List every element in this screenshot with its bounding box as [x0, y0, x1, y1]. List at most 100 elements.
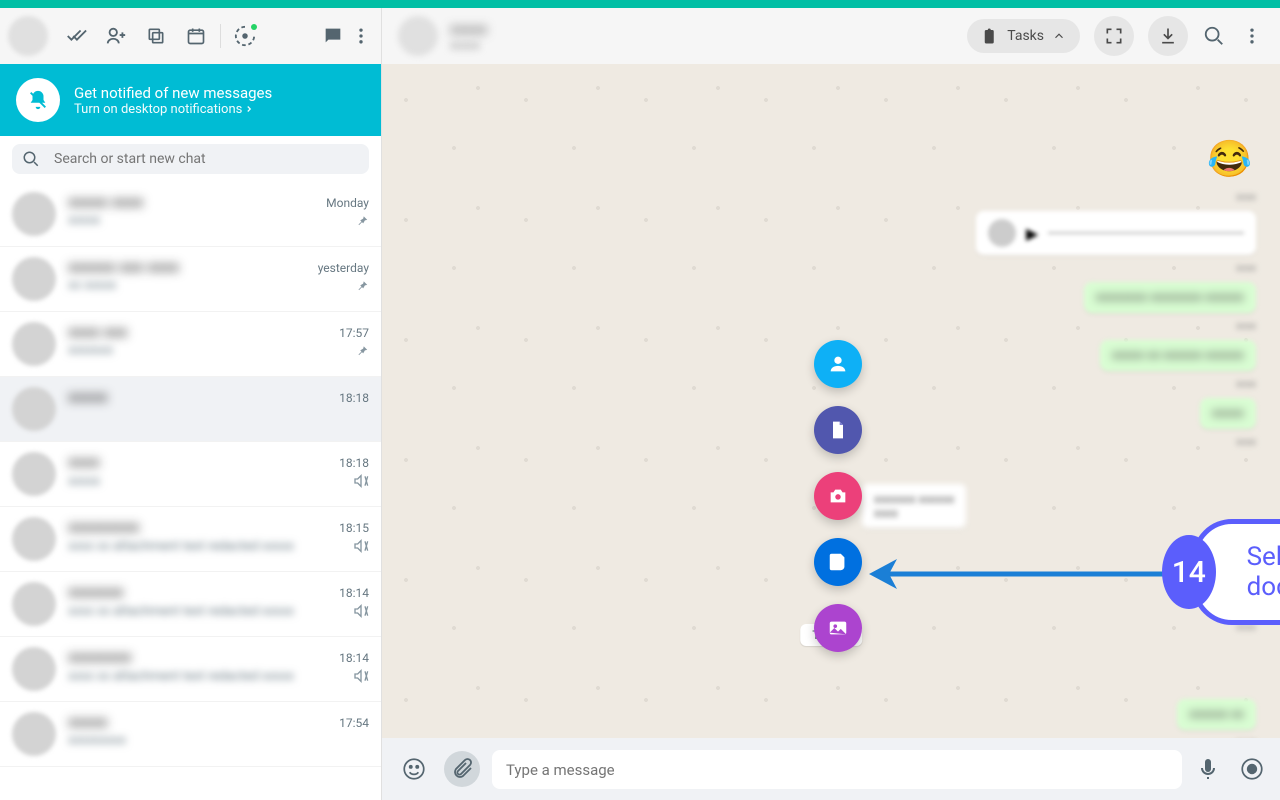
menu-icon[interactable]: [349, 24, 373, 48]
chat-name: xxxxx: [68, 387, 108, 406]
chat-row[interactable]: xxxxxx xxx xxxxyesterdayxx xxxxx: [0, 247, 381, 312]
chat-menu-icon[interactable]: [1240, 24, 1264, 48]
mic-icon[interactable]: [1194, 755, 1222, 783]
chat-preview: xxxx xx attachment text redacted xxxxx: [68, 669, 294, 684]
chat-time: 17:57: [339, 326, 369, 340]
notice-title: Get notified of new messages: [74, 84, 272, 102]
add-user-icon[interactable]: [104, 24, 128, 48]
checkmarks-icon[interactable]: [64, 24, 88, 48]
chat-row[interactable]: xxxx xxx 17:57 xxxxxxx: [0, 312, 381, 377]
chat-preview: xxxxx: [68, 474, 100, 489]
chat-row[interactable]: xxxxxxx18:14xxxx xx attachment text reda…: [0, 572, 381, 637]
avatar: [12, 647, 56, 691]
avatar: [12, 452, 56, 496]
message-out: xxxxx: [1200, 398, 1256, 429]
avatar: [12, 257, 56, 301]
search-icon: [22, 150, 40, 168]
calendar-icon[interactable]: [184, 24, 208, 48]
tasks-button[interactable]: Tasks: [967, 19, 1080, 53]
tasks-label: Tasks: [1007, 28, 1044, 44]
search-box[interactable]: [12, 144, 369, 174]
tutorial-arrow: [869, 559, 1169, 589]
voice-message[interactable]: ▶: [976, 211, 1256, 255]
chat-preview: xxxxxxx: [68, 343, 113, 358]
chat-status: xxxxx: [450, 38, 487, 52]
attach-camera-button[interactable]: [814, 472, 862, 520]
avatar: [12, 582, 56, 626]
right-panel: xxxxx xxxxx Tasks: [382, 8, 1280, 800]
chat-name: xxxxxxxxx: [68, 517, 139, 536]
chat-row[interactable]: xxxx 18:18 xxxxx: [0, 442, 381, 507]
attach-sticker-button[interactable]: [814, 538, 862, 586]
chat-mark-icon: [353, 473, 369, 489]
chat-time: 17:54: [339, 716, 369, 730]
attach-document-button[interactable]: [814, 406, 862, 454]
avatar: [12, 517, 56, 561]
chat-preview: xxxxx: [68, 213, 100, 228]
chat-time: 18:15: [339, 521, 369, 535]
expand-icon[interactable]: [1094, 16, 1134, 56]
chat-name: xxxx: [68, 452, 100, 471]
chat-row[interactable]: xxxxxxxx18:14xxxx xx attachment text red…: [0, 637, 381, 702]
message-input-wrap[interactable]: [492, 750, 1182, 789]
status-icon[interactable]: [233, 24, 257, 48]
right-header: xxxxx xxxxx Tasks: [382, 8, 1280, 64]
brand-topbar: [0, 0, 1280, 8]
messages: 😂 xxxx ▶ xxxx xxxxxxxx xxxxxxxx xxxxxx x…: [976, 134, 1256, 738]
chat-time: 18:14: [339, 651, 369, 665]
copy-icon[interactable]: [144, 24, 168, 48]
attach-contact-button[interactable]: [814, 340, 862, 388]
left-panel: Get notified of new messages Turn on des…: [0, 8, 382, 800]
chat-mark-icon: [355, 344, 369, 358]
avatar: [12, 712, 56, 756]
chat-time: 18:18: [339, 456, 369, 470]
chat-preview: xxxxxxxxx: [68, 733, 126, 748]
composer: [382, 738, 1280, 800]
chat-time: Monday: [326, 196, 369, 210]
clipboard-icon: [981, 27, 999, 45]
step-number: 14: [1162, 535, 1216, 609]
message-input[interactable]: [506, 761, 1168, 779]
notification-banner[interactable]: Get notified of new messages Turn on des…: [0, 64, 381, 136]
chat-name: xxxxxxx: [68, 582, 124, 601]
download-icon[interactable]: [1148, 16, 1188, 56]
message-out: xxxxx xx xxxxxx xxxxxx: [1100, 340, 1256, 371]
search-input[interactable]: [54, 151, 359, 167]
attach-gallery-button[interactable]: [814, 604, 862, 652]
chat-name: xxxxx: [68, 712, 108, 731]
chat-mark-icon: [355, 214, 369, 228]
chat-row[interactable]: xxxxxxxxx 18:15 xxxx xx attachment text re…: [0, 507, 381, 572]
chat-row[interactable]: xxxxx18:18: [0, 377, 381, 442]
left-header: [0, 8, 381, 64]
record-icon[interactable]: [1238, 755, 1266, 783]
avatar[interactable]: [8, 16, 48, 56]
chat-area: 😂 xxxx ▶ xxxx xxxxxxxx xxxxxxxx xxxxxx x…: [382, 64, 1280, 738]
avatar: [12, 322, 56, 366]
tutorial-callout: 14 Select documents: [1162, 519, 1280, 625]
attach-icon[interactable]: [444, 751, 480, 787]
chat-preview: xxxx xx attachment text redacted xxxxx: [68, 604, 294, 619]
attach-menu: [814, 340, 862, 652]
chat-list: xxxxx xxxxMondayxxxxxxxxxxx xxx xxxxyest…: [0, 182, 381, 800]
chat-mark-icon: [353, 668, 369, 684]
chat-mark-icon: [355, 279, 369, 293]
chat-time: yesterday: [318, 261, 369, 275]
bell-off-icon: [16, 78, 60, 122]
notice-subtitle: Turn on desktop notifications: [74, 102, 272, 117]
emoji-icon[interactable]: [396, 751, 432, 787]
chat-avatar[interactable]: [398, 16, 438, 56]
emoji-reaction: 😂: [1203, 134, 1256, 184]
search-chat-icon[interactable]: [1202, 24, 1226, 48]
chat-name: xxxxx: [450, 20, 487, 38]
new-chat-icon[interactable]: [321, 24, 345, 48]
chat-name: xxxx xxx: [68, 322, 128, 341]
chat-preview: xxxx xx attachment text redacted xxxxx: [68, 539, 294, 554]
chat-row[interactable]: xxxxx 17:54 xxxxxxxxx: [0, 702, 381, 767]
chat-row[interactable]: xxxxx xxxx Monday xxxxx: [0, 182, 381, 247]
chat-name: xxxxxx xxx xxxx: [68, 257, 179, 276]
message-out: xxxxxx xx: [1177, 699, 1256, 730]
chat-mark-icon: [353, 538, 369, 554]
chat-mark-icon: [353, 603, 369, 619]
avatar: [12, 387, 56, 431]
chat-name: xxxxx xxxx: [68, 192, 143, 211]
